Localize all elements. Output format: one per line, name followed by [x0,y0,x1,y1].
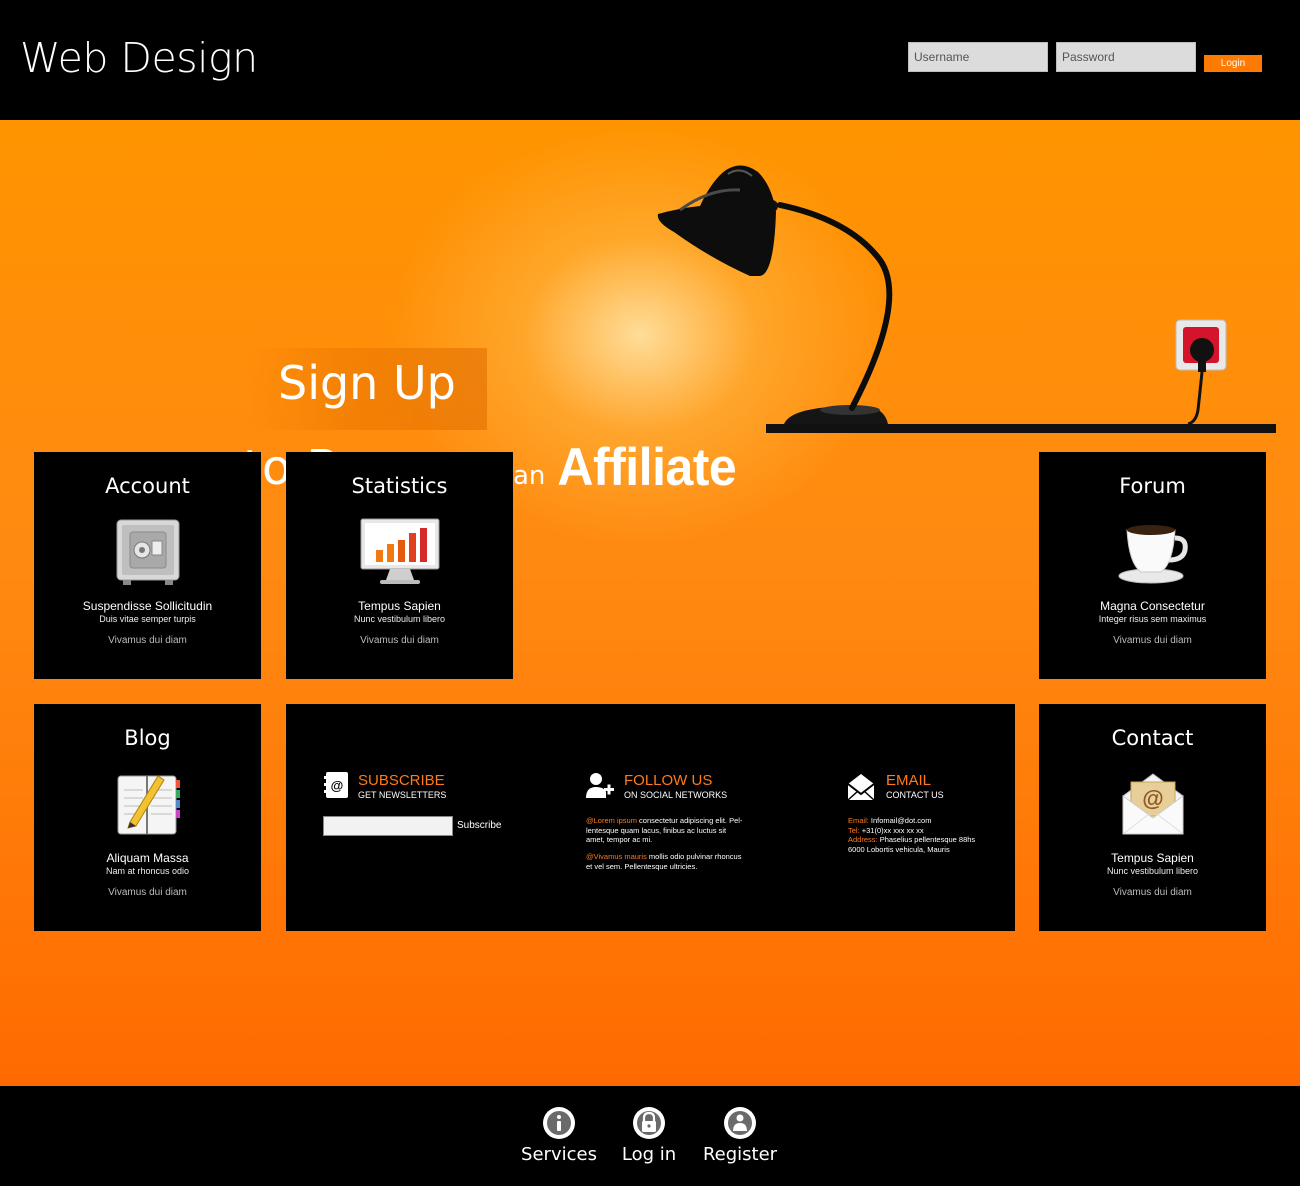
follow-title: FOLLOW US [624,772,713,789]
tile-description: Nam at rhoncus odio [105,866,190,876]
follow-handle-2[interactable]: @Vivamus mauris [586,852,647,861]
email-contact-details: Email: Infomail@dot.com Tel: +31(0)xx xx… [848,816,1008,854]
tile-subtitle: Suspendisse Sollicitudin [82,599,213,613]
email-label: Email: [848,816,869,825]
email-title: EMAIL [886,772,932,789]
subscribe-button[interactable]: Subscribe [457,820,501,831]
tile-caption: Vivamus dui diam [108,887,187,898]
svg-text:@: @ [1142,786,1163,811]
follow-subtitle: ON SOCIAL NETWORKS [624,790,728,800]
footer: Services Log in Register [0,1086,1300,1186]
tile-subtitle: Aliquam Massa [106,851,189,865]
monitor-chart-icon [360,518,439,584]
email-value[interactable]: Infomail@dot.com [869,816,932,825]
safe-icon [116,519,179,585]
email-subtitle: CONTACT US [886,790,944,800]
newsletter-email-input[interactable] [323,816,453,836]
address-line-2: 6000 Lobortis vehicula, Mauris [848,844,950,854]
lock-icon [633,1107,665,1139]
footer-register-link[interactable]: Register [685,1106,795,1165]
tile-description: Nunc vestibulum libero [353,614,446,624]
shelf [766,424,1276,433]
address-book-icon: @ [324,772,348,798]
follow-text-1b: lentesque quam lacus, finibus ac luctus … [586,825,727,835]
footer-register-label: Register [702,1144,778,1165]
tile-blog[interactable]: Blog Aliquam Massa Nam at rhoncus odio V… [34,704,261,931]
desk-lamp-illustration [657,165,1276,433]
subscribe-title: SUBSCRIBE [358,772,445,789]
follow-paragraph-1: @Lorem ipsum consectetur adipiscing elit… [586,816,766,845]
tile-subtitle: Tempus Sapien [1111,851,1194,865]
envelope-at-icon: @ [1122,773,1183,835]
info-panel: @ SUBSCRIBE GET NEWSLETTERS Subscribe FO… [286,704,1015,931]
notebook-pencil-icon [117,775,180,835]
coffee-cup-icon [1118,525,1188,584]
site-title: Web Design [20,34,258,82]
lamp-arm [777,202,893,411]
header: Web Design Login [0,0,1300,120]
an-text: an [512,461,546,491]
address-value: Phaselius pellentesque 88hs [877,835,976,844]
tile-caption: Vivamus dui diam [360,635,439,646]
info-icon [543,1107,575,1139]
tile-description: Integer risus sem maximus [1098,614,1207,624]
follow-text-1a: consectetur adipiscing elit. Pel- [636,816,743,825]
tile-description: Duis vitae semper turpis [99,614,196,624]
tile-title: Forum [1119,474,1186,498]
affiliate-text: Affiliate [557,437,737,497]
tile-caption: Vivamus dui diam [1113,887,1192,898]
follow-text-2b: et vel sem. Pellentesque ultricies. [586,861,698,871]
add-user-icon [586,773,614,798]
tile-description: Nunc vestibulum libero [1106,866,1199,876]
mail-icon [847,774,875,801]
login-button[interactable]: Login [1204,55,1262,72]
tile-title: Blog [124,726,171,750]
tile-title: Statistics [351,474,448,498]
follow-text-2a: mollis odio pulvinar rhoncus [646,852,742,861]
tile-title: Account [105,474,190,498]
follow-text-1c: amet, tempor ac mi. [586,835,653,844]
password-input[interactable] [1056,42,1196,72]
lamp-shade [657,165,776,276]
address-label: Address: [848,835,878,844]
follow-handle-1[interactable]: @Lorem ipsum [586,816,637,825]
tile-subtitle: Tempus Sapien [358,599,441,613]
tile-caption: Vivamus dui diam [108,635,187,646]
tel-label: Tel: [848,825,860,835]
tel-value: +31(0)xx xxx xx xx [859,825,924,835]
svg-text:@: @ [331,778,344,793]
signup-heading[interactable]: Sign Up [278,356,456,410]
username-input[interactable] [908,42,1048,72]
tile-subtitle: Magna Consectetur [1100,599,1205,613]
tile-statistics[interactable]: Statistics Tempus Sapien Nunc vestibulum… [286,452,513,679]
tile-title: Contact [1111,726,1194,750]
tile-account[interactable]: Account Suspendisse Sollicitudin Duis vi… [34,452,261,679]
follow-paragraph-2: @Vivamus mauris mollis odio pulvinar rho… [586,852,766,871]
subscribe-subtitle: GET NEWSLETTERS [358,790,447,800]
tile-forum[interactable]: Forum Magna Consectetur Integer risus se… [1039,452,1266,679]
tile-caption: Vivamus dui diam [1113,635,1192,646]
users-icon [724,1107,756,1139]
tile-contact[interactable]: Contact @ Tempus Sapien Nunc vestibulum … [1039,704,1266,931]
